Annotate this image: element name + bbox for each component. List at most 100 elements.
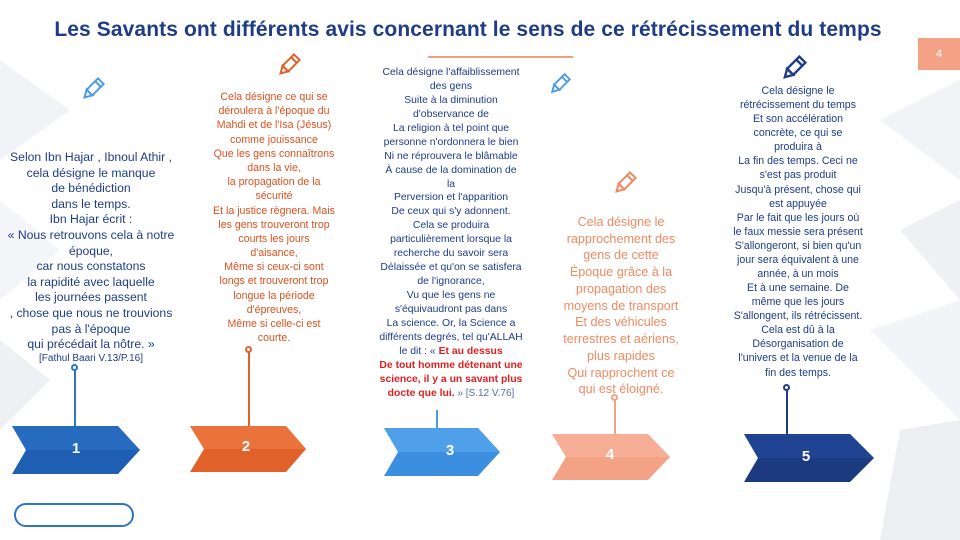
text-line: pas à l'époque xyxy=(51,321,131,336)
step-5-number: 5 xyxy=(801,448,811,465)
text-line: Par le fait que les jours où xyxy=(736,211,860,224)
text-line: recherche du savoir sera xyxy=(393,248,509,260)
text-line: La religion à tel point que xyxy=(392,122,510,134)
text-line: le faux messie sera présent xyxy=(733,225,863,238)
text-line: Ni ne réprouvera le blâmable xyxy=(384,150,518,162)
page-number: 4 xyxy=(918,38,960,70)
text-line: Même si ceux-ci sont xyxy=(224,261,324,274)
text-line: S'allongent, ils rétrécissent. xyxy=(733,310,863,323)
outline-pill xyxy=(14,503,134,527)
text-line: Délaissée et qu'on se satisfera xyxy=(380,262,522,274)
text-line: comme jouissance xyxy=(230,133,318,146)
text-line: Cela désigne ce qui se xyxy=(220,91,328,103)
source-citation: [Fathul Baari V.13/P.16] xyxy=(39,352,143,364)
text-line: Cela se produira xyxy=(412,220,490,232)
text-line: Qui rapprochent ce xyxy=(567,365,675,380)
quote-highlight: Et au dessus xyxy=(438,345,503,357)
text-line: Cela désigne l'affaiblissement xyxy=(382,67,520,78)
text-line: car nous constatons xyxy=(36,259,146,274)
text-line: À cause de la domination de xyxy=(385,164,517,176)
text-line: l'univers et la venue de la xyxy=(738,352,858,365)
text-line: La fin des temps. Ceci ne xyxy=(738,155,858,168)
text-line: De ceux qui s'y adonnent. xyxy=(391,206,511,218)
text-line: rapprochement des xyxy=(566,231,676,246)
text-line: Cela désigne le xyxy=(577,215,665,229)
text-line: époque, xyxy=(68,243,114,258)
text-line: concrète, ce qui se xyxy=(753,127,843,140)
text-line: différents degrés, tel qu'ALLAH xyxy=(379,331,523,343)
text-line: Désorganisation de xyxy=(752,338,844,351)
step-3-text: Cela désigne l'affaiblissement des gens … xyxy=(358,66,544,401)
step-4-text: Cela désigne le rapprochement des gens d… xyxy=(546,214,696,398)
connector-line xyxy=(614,398,616,438)
text-line: d'épreuves, xyxy=(246,303,302,316)
text-line: Mahdi et de l'Isa (Jésus) xyxy=(216,119,332,132)
text-line: gens de cette xyxy=(583,248,659,263)
text-line: la rapidité avec laquelle xyxy=(27,274,155,289)
text-line: moyens de transport xyxy=(563,298,679,313)
text-line: « Nous retrouvons cela à notre xyxy=(7,228,175,243)
text-line: d'aisance, xyxy=(250,247,298,260)
text-line: est appuyée xyxy=(769,197,827,210)
pencil-icon xyxy=(83,76,106,99)
text-line: Et la justice règnera. Mais xyxy=(213,204,335,217)
text-line: même que les jours xyxy=(751,296,845,309)
pencil-icon xyxy=(615,170,638,193)
text-line: Perversion et l'apparition xyxy=(393,192,509,204)
text-line: dans la vie, xyxy=(247,161,301,174)
text-line: Vu que les gens ne xyxy=(406,290,496,301)
text-line: Et à une semaine. De xyxy=(747,282,849,295)
text-line: Jusqu'à présent, chose qui xyxy=(735,183,861,196)
source-citation: » [S.12 V.76] xyxy=(454,387,515,399)
text-line: Même si celle-ci est xyxy=(227,318,321,330)
text-line: Que les gens connaîtrons xyxy=(213,147,335,160)
text-line: des gens xyxy=(429,80,473,92)
pencil-icon xyxy=(279,52,302,75)
title-underline xyxy=(428,56,573,58)
text-line: , chose que nous ne trouvions xyxy=(9,306,173,321)
text-line: d'observance de xyxy=(413,108,489,120)
connector-line xyxy=(786,388,788,438)
connector-dot xyxy=(611,394,618,401)
text-line: le dit : « xyxy=(399,345,439,357)
text-line: cela désigne le manque xyxy=(26,165,156,180)
quote-highlight: science, il y a un savant plus xyxy=(379,373,523,385)
text-line: les gens trouveront trop xyxy=(218,218,330,231)
text-line: La science. Or, la Science a xyxy=(386,317,516,329)
step-2-number: 2 xyxy=(241,438,251,455)
text-line: produira à xyxy=(774,141,822,154)
text-line: Cela est dû à la xyxy=(761,324,835,337)
connector-dot xyxy=(245,346,252,353)
text-line: Ibn Hajar écrit : xyxy=(49,212,133,227)
step-4-number: 4 xyxy=(605,446,615,463)
text-line: plus rapides xyxy=(587,348,655,363)
text-line: qui est éloigné. xyxy=(578,382,664,397)
text-line: Et son accélération xyxy=(752,113,844,126)
text-line: les journées passent xyxy=(35,290,147,305)
text-line: déroulera à l'époque du xyxy=(218,105,330,118)
text-line: personne n'ordonnera le bien xyxy=(383,136,519,148)
slide-title: Les Savants ont différents avis concerna… xyxy=(54,18,882,41)
text-line: année, à un mois xyxy=(757,268,839,281)
step-3-number: 3 xyxy=(445,442,455,459)
text-line: la xyxy=(446,178,456,190)
step-1-text: Selon Ibn Hajar , Ibnoul Athir , cela dé… xyxy=(2,150,180,366)
text-line: propagation des xyxy=(575,281,667,296)
quote-highlight: docte que lui. xyxy=(387,387,455,399)
text-line: courts les jours xyxy=(238,232,310,245)
text-line: s'équivaudront pas dans xyxy=(394,303,508,315)
text-line: la propagation de la xyxy=(227,176,321,189)
text-line: longs et trouveront trop xyxy=(219,275,329,288)
text-line: dans le temps. xyxy=(51,196,131,211)
connector-line xyxy=(74,368,76,428)
text-line: s'est pas produit xyxy=(759,169,837,182)
text-line: Cela désigne le xyxy=(761,85,835,97)
pencil-icon xyxy=(783,54,808,79)
text-line: de l'ignorance, xyxy=(417,276,485,288)
text-line: courte. xyxy=(257,332,291,345)
text-line: sécurité xyxy=(255,190,293,203)
pencil-icon xyxy=(550,72,572,94)
text-line: particulièrement lorsque la xyxy=(390,234,512,246)
text-line: jour sera équivalent à une xyxy=(737,253,859,266)
text-line: terrestres et aériens, xyxy=(563,332,679,347)
